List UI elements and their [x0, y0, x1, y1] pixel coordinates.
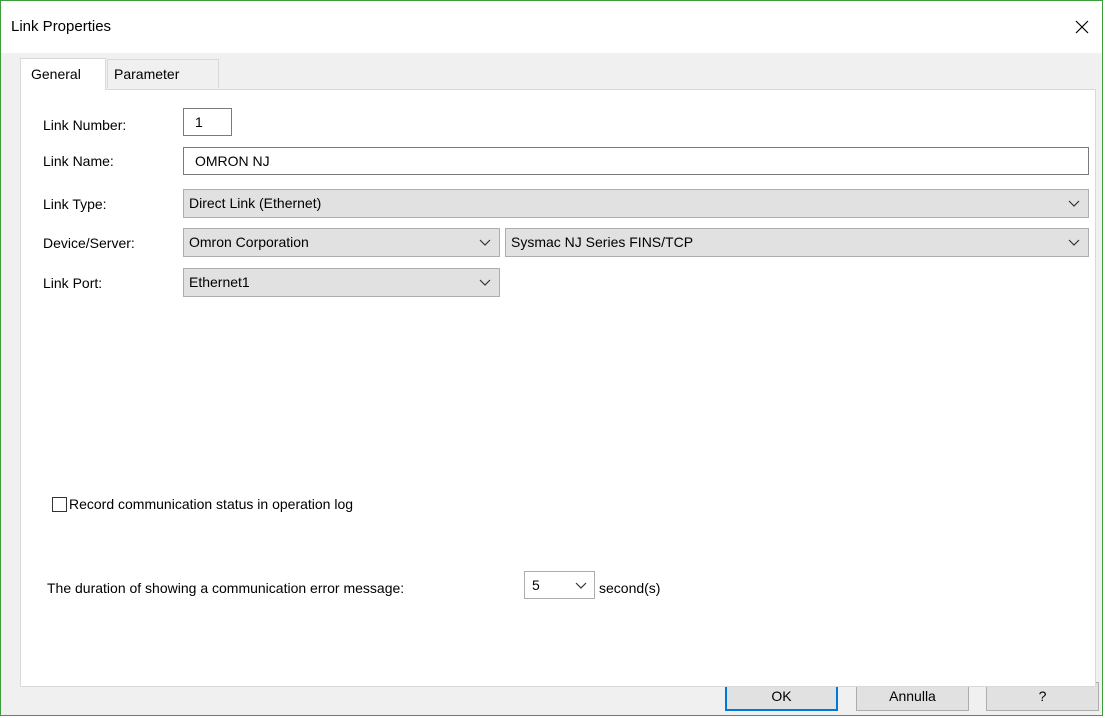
tab-parameter[interactable]: Parameter: [107, 59, 219, 88]
chevron-down-icon: [1066, 229, 1082, 256]
chevron-down-icon: [573, 572, 589, 598]
link-port-select[interactable]: Ethernet1: [183, 268, 500, 297]
link-port-label: Link Port:: [43, 275, 103, 291]
close-button[interactable]: [1062, 10, 1102, 44]
chevron-down-icon: [477, 229, 493, 256]
chevron-down-icon: [1066, 190, 1082, 217]
link-type-select[interactable]: Direct Link (Ethernet): [183, 189, 1089, 218]
device-model-value: Sysmac NJ Series FINS/TCP: [511, 234, 694, 250]
manufacturer-value: Omron Corporation: [189, 234, 309, 250]
tab-general[interactable]: General: [20, 58, 106, 90]
error-duration-label: The duration of showing a communication …: [47, 580, 405, 596]
chevron-down-icon: [477, 269, 493, 296]
device-model-select[interactable]: Sysmac NJ Series FINS/TCP: [505, 228, 1089, 257]
general-tab-panel: Link Number: 1 Link Name: OMRON NJ Link …: [20, 89, 1096, 687]
error-duration-unit: second(s): [599, 580, 661, 596]
tab-general-label: General: [31, 66, 81, 82]
record-log-label: Record communication status in operation…: [69, 496, 354, 512]
link-name-label: Link Name:: [43, 153, 114, 169]
link-properties-dialog: Link Properties General Parameter Link N…: [0, 0, 1103, 716]
error-duration-value: 5: [532, 577, 540, 593]
manufacturer-select[interactable]: Omron Corporation: [183, 228, 500, 257]
link-name-field[interactable]: OMRON NJ: [183, 147, 1089, 175]
window-title: Link Properties: [11, 18, 112, 35]
link-type-value: Direct Link (Ethernet): [189, 195, 322, 211]
link-type-label: Link Type:: [43, 196, 107, 212]
record-log-checkbox[interactable]: [52, 497, 67, 512]
error-duration-select[interactable]: 5: [524, 571, 595, 599]
title-bar: Link Properties: [1, 1, 1102, 53]
link-number-value: 1: [195, 114, 203, 130]
tab-parameter-label: Parameter: [114, 66, 180, 82]
link-number-label: Link Number:: [43, 117, 127, 133]
close-icon: [1075, 20, 1089, 34]
link-port-value: Ethernet1: [189, 274, 250, 290]
link-number-field[interactable]: 1: [183, 108, 232, 136]
link-name-value: OMRON NJ: [195, 153, 270, 169]
device-server-label: Device/Server:: [43, 235, 135, 251]
